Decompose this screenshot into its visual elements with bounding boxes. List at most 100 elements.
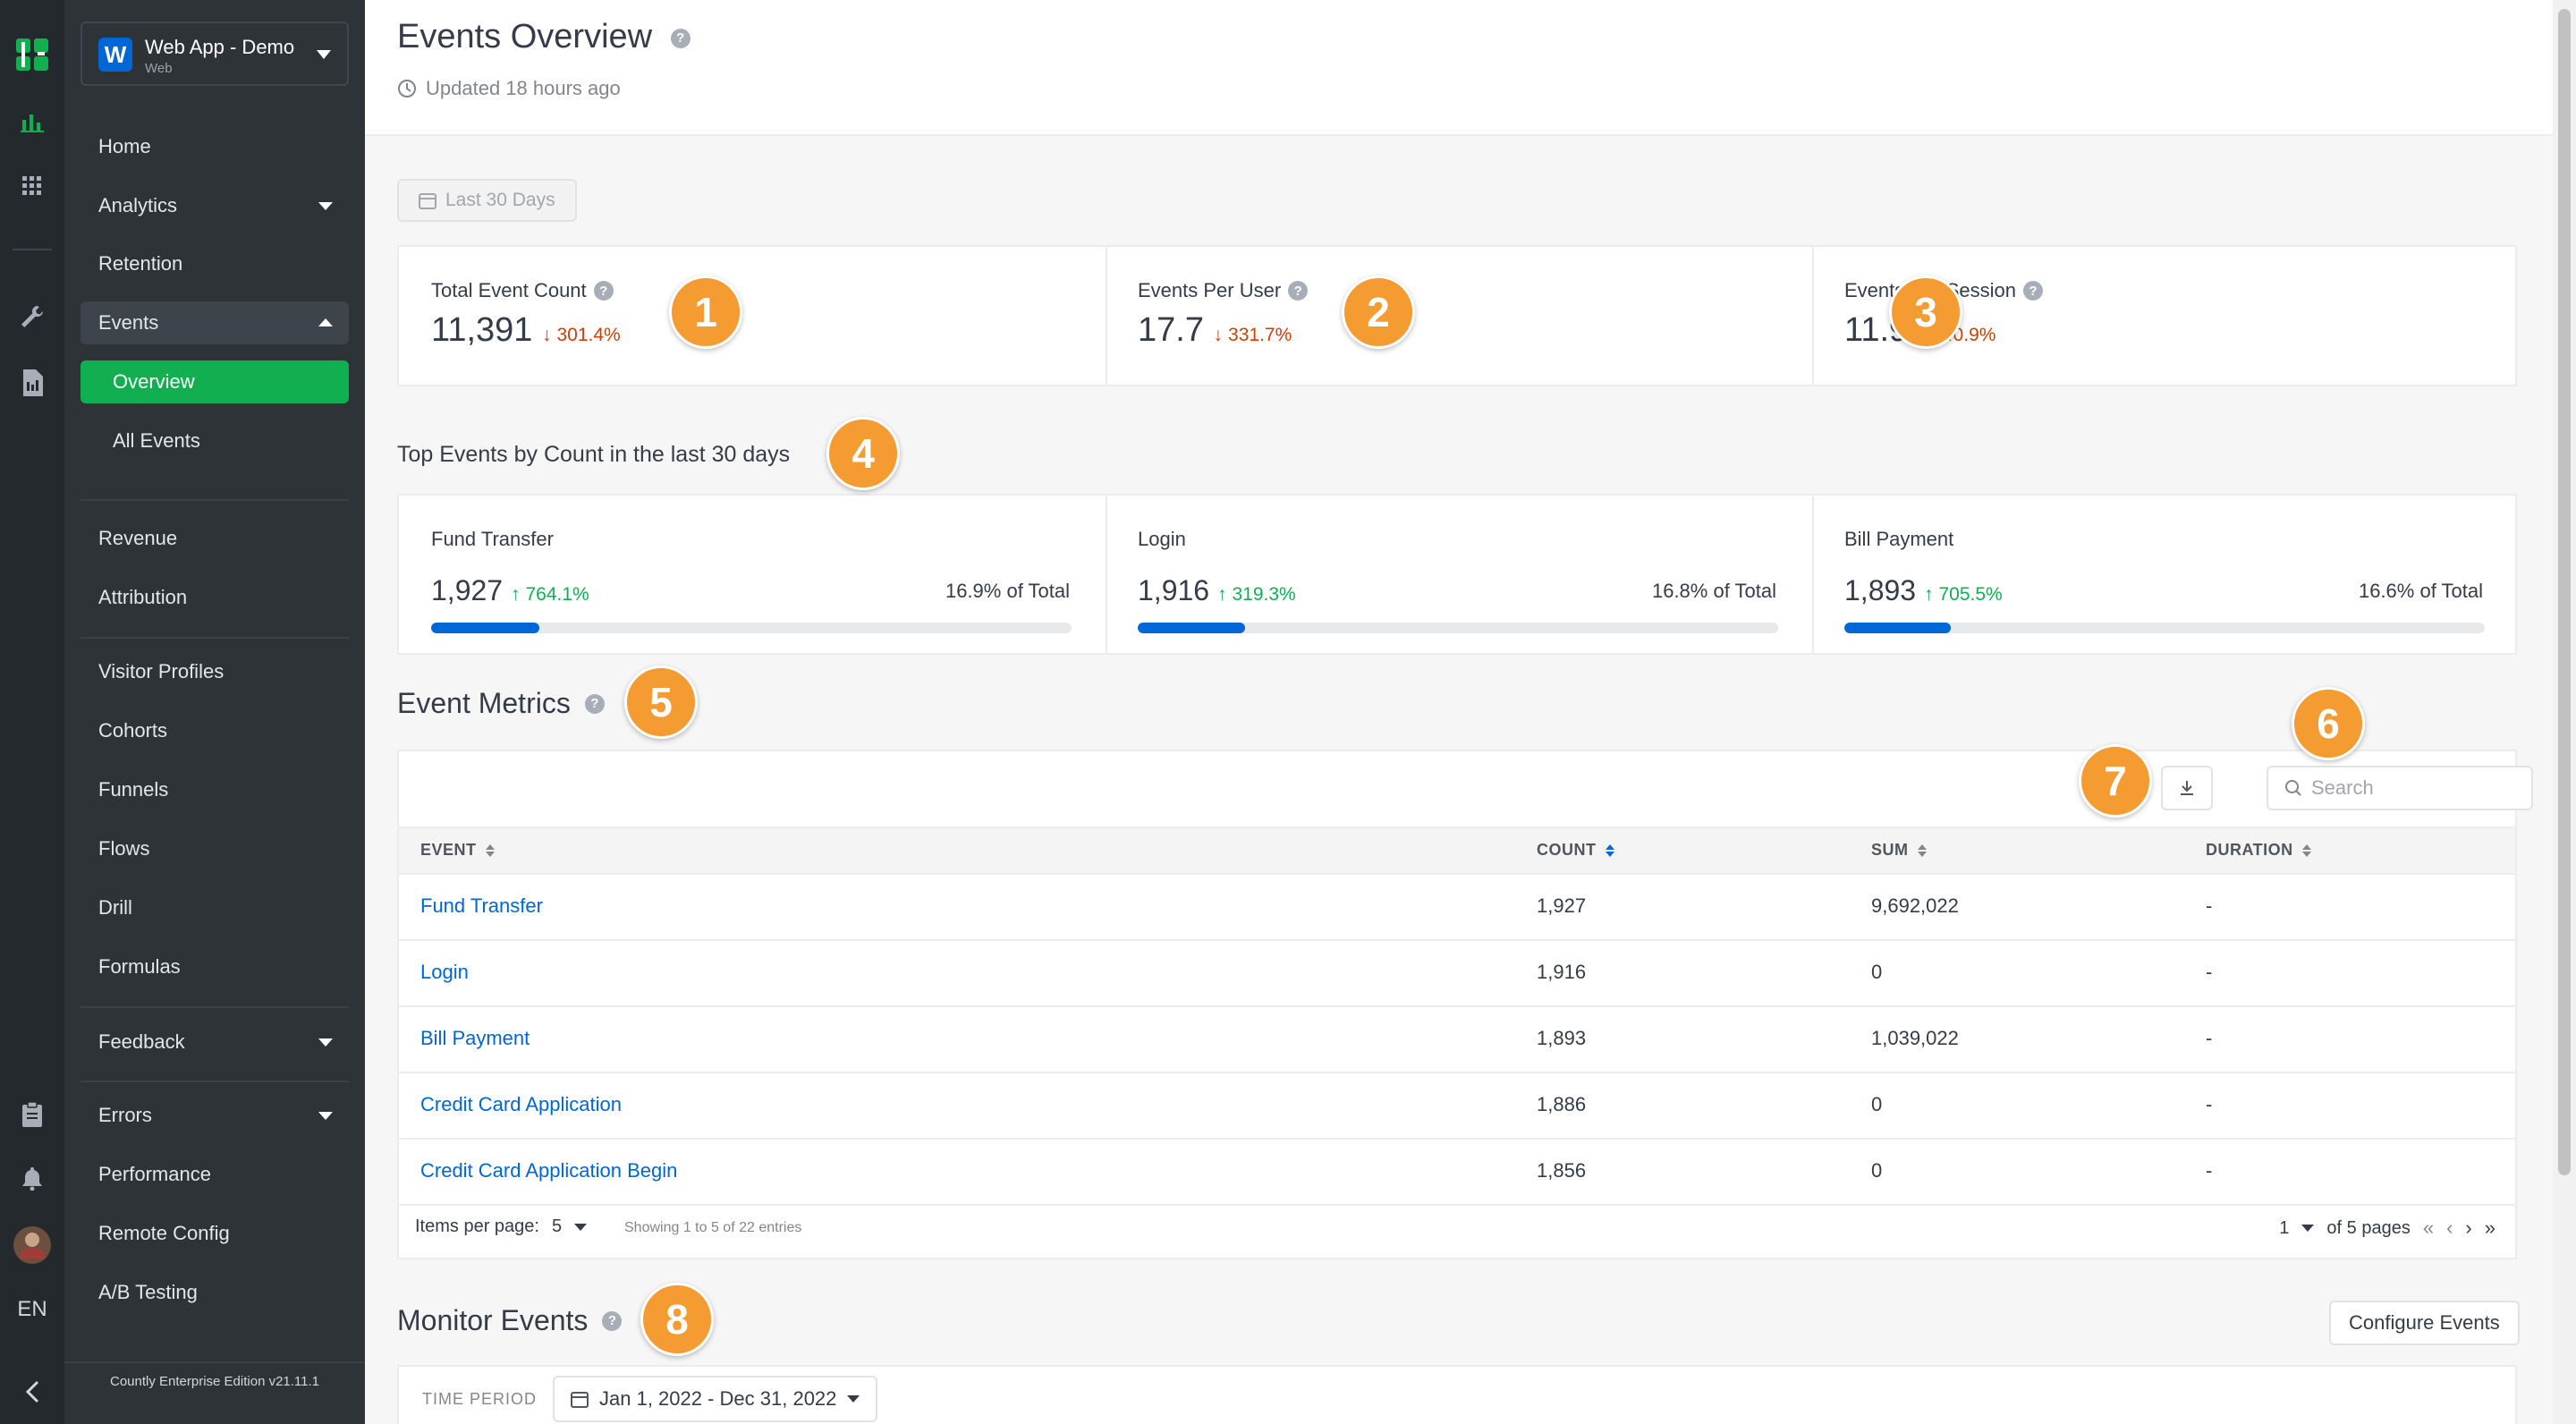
search-icon (2285, 780, 2301, 796)
first-page-icon[interactable]: « (2423, 1216, 2434, 1240)
count-cell: 1,856 (1537, 1159, 1587, 1182)
share-progress-fill (1844, 623, 1951, 633)
collapse-sidebar-icon[interactable] (0, 1372, 64, 1411)
search-input[interactable] (2311, 776, 2517, 800)
event-link[interactable]: Bill Payment (420, 1027, 530, 1050)
column-header-duration[interactable]: DURATION (2206, 841, 2311, 860)
sidebar-item-errors[interactable]: Errors (80, 1094, 349, 1137)
sidebar-item-flows[interactable]: Flows (80, 827, 349, 870)
help-icon[interactable]: ? (584, 693, 605, 714)
column-header-event[interactable]: EVENT (420, 841, 495, 860)
top-event-value-text: 1,893 (1844, 574, 1917, 606)
prev-page-icon[interactable]: ‹ (2446, 1216, 2453, 1240)
arrow-down-icon: ↓ (541, 325, 552, 345)
sidebar-item-cohorts[interactable]: Cohorts (80, 709, 349, 752)
sidebar-item-all-events[interactable]: All Events (80, 420, 349, 462)
count-cell: 1,893 (1537, 1027, 1587, 1049)
card-divider (1812, 247, 1814, 385)
analytics-chart-icon[interactable] (0, 104, 64, 140)
help-icon[interactable]: ? (602, 1310, 623, 1331)
column-header-count[interactable]: COUNT (1537, 841, 1614, 860)
items-per-page-value: 5 (551, 1216, 563, 1236)
sidebar-item-revenue[interactable]: Revenue (80, 517, 349, 560)
sidebar-item-home[interactable]: Home (80, 125, 349, 168)
vertical-scrollbar[interactable] (2553, 0, 2576, 1424)
sidebar-divider (80, 637, 349, 639)
duration-cell: - (2206, 894, 2213, 917)
trend-value: 301.4% (556, 325, 621, 345)
sidebar-item-drill[interactable]: Drill (80, 886, 349, 929)
share-progress-bar (431, 623, 1072, 633)
last-page-icon[interactable]: » (2485, 1216, 2496, 1240)
count-cell: 1,886 (1537, 1093, 1587, 1115)
share-progress-fill (1138, 623, 1246, 633)
download-button[interactable] (2161, 766, 2213, 810)
sidebar-item-retention[interactable]: Retention (80, 242, 349, 285)
sidebar-item-analytics[interactable]: Analytics (80, 184, 349, 227)
table-row: Fund Transfer 1,927 9,692,022 - (399, 875, 2515, 941)
clipboard-icon[interactable] (0, 1097, 64, 1132)
app-name: Web App - Demo (145, 36, 295, 58)
sidebar-item-ab-testing[interactable]: A/B Testing (80, 1271, 349, 1314)
event-link[interactable]: Login (420, 961, 469, 984)
trend-value: 319.3% (1232, 584, 1296, 605)
chevron-up-icon (318, 318, 333, 326)
event-link[interactable]: Credit Card Application (420, 1093, 622, 1116)
sidebar-item-feedback[interactable]: Feedback (80, 1021, 349, 1064)
column-header-sum[interactable]: SUM (1871, 841, 1927, 860)
duration-cell: - (2206, 1159, 2213, 1182)
configure-events-button[interactable]: Configure Events (2329, 1301, 2520, 1345)
sum-cell: 1,039,022 (1871, 1027, 1959, 1049)
page-select[interactable]: 1 (2279, 1218, 2315, 1239)
column-header-label: DURATION (2206, 841, 2293, 859)
report-document-icon[interactable] (0, 365, 64, 401)
updated-status: Updated 18 hours ago (397, 77, 621, 100)
language-selector[interactable]: EN (0, 1292, 64, 1327)
sidebar-item-performance[interactable]: Performance (80, 1153, 349, 1196)
top-event-value: 1,927 ↑ 764.1% (431, 574, 589, 607)
time-period-picker[interactable]: Jan 1, 2022 - Dec 31, 2022 (553, 1376, 878, 1422)
sidebar-item-visitor-profiles[interactable]: Visitor Profiles (80, 650, 349, 693)
wrench-icon[interactable] (0, 299, 64, 335)
help-icon[interactable]: ? (2022, 281, 2043, 301)
event-link[interactable]: Fund Transfer (420, 894, 543, 918)
trend-value: 764.1% (525, 584, 589, 605)
annotation-badge: 2 (1342, 275, 1415, 349)
scrollbar-thumb[interactable] (2558, 9, 2571, 1175)
table-header: EVENT COUNT SUM DURATION (399, 826, 2515, 875)
notification-bell-icon[interactable] (0, 1161, 64, 1197)
top-event-value: 1,893 ↑ 705.5% (1844, 574, 2003, 607)
app-selector[interactable]: W Web App - Demo Web (80, 21, 349, 86)
event-link[interactable]: Credit Card Application Begin (420, 1159, 677, 1182)
share-of-total: 16.6% of Total (2358, 580, 2483, 602)
next-page-icon[interactable]: › (2465, 1216, 2471, 1240)
sidebar-item-funnels[interactable]: Funnels (80, 768, 349, 811)
sidebar-item-remote-config[interactable]: Remote Config (80, 1212, 349, 1255)
table-row: Login 1,916 0 - (399, 941, 2515, 1007)
annotation-badge: 3 (1889, 275, 1962, 349)
annotation-badge: 5 (624, 665, 698, 739)
sidebar-item-overview[interactable]: Overview (80, 360, 349, 403)
sidebar-item-events[interactable]: Events (80, 301, 349, 344)
monitor-events-card: TIME PERIOD Jan 1, 2022 - Dec 31, 2022 (397, 1365, 2517, 1424)
updated-text: Updated 18 hours ago (426, 77, 621, 99)
trend-value: 705.5% (1938, 584, 2003, 605)
table-row: Bill Payment 1,893 1,039,022 - (399, 1007, 2515, 1073)
rail-divider (13, 249, 52, 250)
metric-label: Total Event Count ? (431, 279, 614, 302)
date-range-label: Last 30 Days (445, 190, 555, 210)
date-range-button[interactable]: Last 30 Days (397, 179, 577, 222)
sidebar-item-formulas[interactable]: Formulas (80, 945, 349, 988)
chevron-down-icon (318, 202, 333, 210)
user-avatar[interactable] (0, 1225, 64, 1265)
apps-grid-icon[interactable] (0, 168, 64, 204)
help-icon[interactable]: ? (1288, 281, 1309, 301)
help-icon[interactable]: ? (593, 281, 614, 301)
search-box[interactable] (2267, 766, 2533, 810)
sidebar-item-attribution[interactable]: Attribution (80, 576, 349, 619)
event-metrics-table: EVENT COUNT SUM DURATION Fund Transfer 1… (397, 750, 2533, 1259)
countly-logo-icon[interactable] (0, 34, 64, 75)
help-icon[interactable]: ? (670, 28, 691, 48)
items-per-page-select[interactable]: 5 (551, 1216, 588, 1237)
trend-value: 331.7% (1228, 325, 1292, 345)
